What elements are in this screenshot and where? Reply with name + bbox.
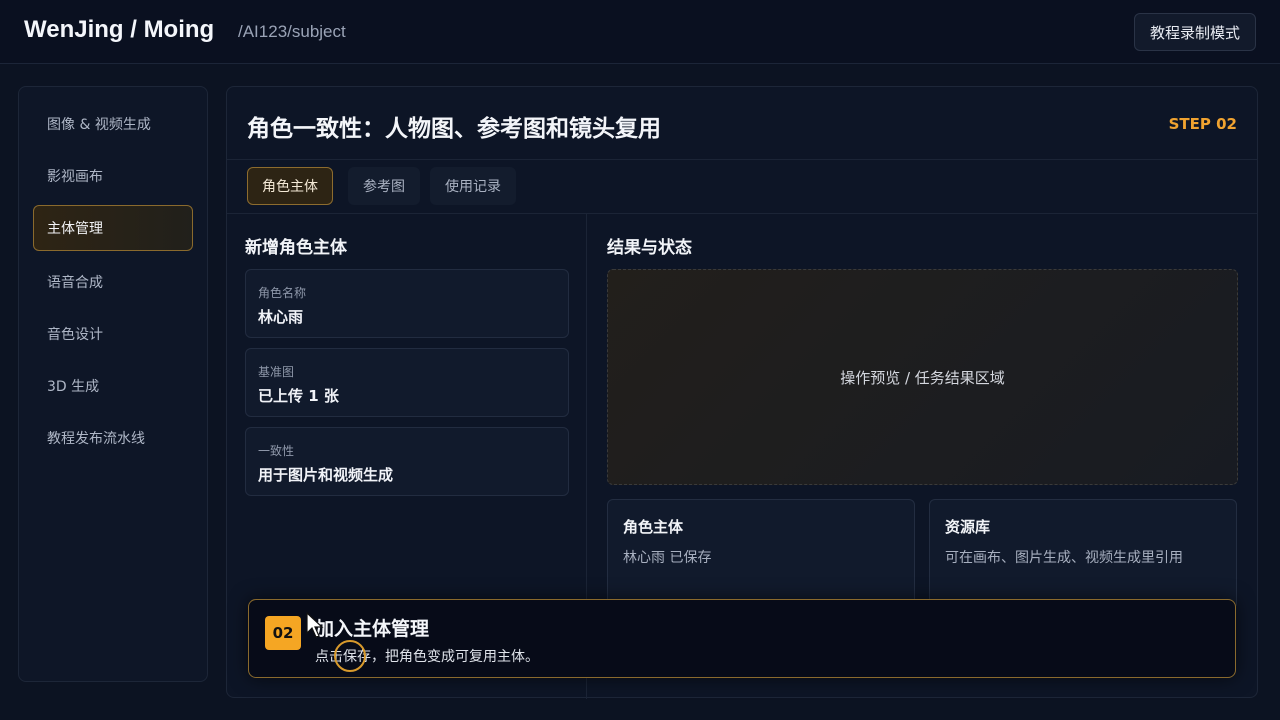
sidebar-item-canvas[interactable]: 影视画布 (33, 153, 193, 199)
field-label: 基准图 (258, 365, 295, 379)
divider (227, 159, 1257, 160)
library-status-card: 资源库 可在画布、图片生成、视频生成里引用 (929, 499, 1237, 609)
top-bar: WenJing / Moing /AI123/subject 教程录制模式 (0, 0, 1280, 64)
sidebar-item-tts[interactable]: 语音合成 (33, 259, 193, 305)
card-title: 角色主体 (623, 518, 684, 536)
subject-status-card: 角色主体 林心雨 已保存 (607, 499, 915, 609)
step-indicator: STEP 02 (1168, 115, 1237, 133)
sidebar-item-pipeline[interactable]: 教程发布流水线 (33, 415, 193, 461)
field-value: 用于图片和视频生成 (258, 466, 394, 484)
field-value: 林心雨 (258, 308, 304, 326)
page-title: 角色一致性：人物图、参考图和镜头复用 (247, 116, 661, 142)
tab-character-subject[interactable]: 角色主体 (247, 167, 333, 205)
character-name-field[interactable]: 角色名称 林心雨 (245, 269, 569, 338)
card-text: 林心雨 已保存 (623, 550, 712, 566)
consistency-field[interactable]: 一致性 用于图片和视频生成 (245, 427, 569, 496)
tutorial-mode-button[interactable]: 教程录制模式 (1134, 13, 1256, 51)
sidebar-item-image-video[interactable]: 图像 & 视频生成 (33, 101, 193, 147)
card-title: 资源库 (945, 518, 991, 536)
tab-usage-history[interactable]: 使用记录 (430, 167, 516, 205)
mouse-cursor-icon (306, 612, 324, 638)
click-indicator (334, 640, 366, 672)
divider (227, 213, 1257, 214)
field-label: 角色名称 (258, 286, 307, 300)
sidebar-item-3d[interactable]: 3D 生成 (33, 363, 193, 409)
form-title: 新增角色主体 (245, 238, 347, 258)
result-preview-area: 操作预览 / 任务结果区域 (607, 269, 1238, 485)
step-badge: 02 (265, 616, 301, 650)
tab-reference[interactable]: 参考图 (348, 167, 420, 205)
base-image-field[interactable]: 基准图 已上传 1 张 (245, 348, 569, 417)
sidebar-item-subject[interactable]: 主体管理 (33, 205, 193, 251)
brand-logo: WenJing / Moing (24, 16, 215, 43)
field-label: 一致性 (258, 444, 295, 458)
tutorial-tooltip: 02 加入主体管理 点击保存，把角色变成可复用主体。 (248, 599, 1236, 678)
result-title: 结果与状态 (607, 238, 692, 258)
card-text: 可在画布、图片生成、视频生成里引用 (945, 550, 1183, 566)
field-value: 已上传 1 张 (258, 387, 339, 405)
sidebar: 图像 & 视频生成 影视画布 主体管理 语音合成 音色设计 3D 生成 教程发布… (18, 86, 208, 682)
breadcrumb-path: /AI123/subject (238, 22, 346, 41)
sidebar-item-voice-design[interactable]: 音色设计 (33, 311, 193, 357)
tooltip-title: 加入主体管理 (315, 618, 430, 640)
